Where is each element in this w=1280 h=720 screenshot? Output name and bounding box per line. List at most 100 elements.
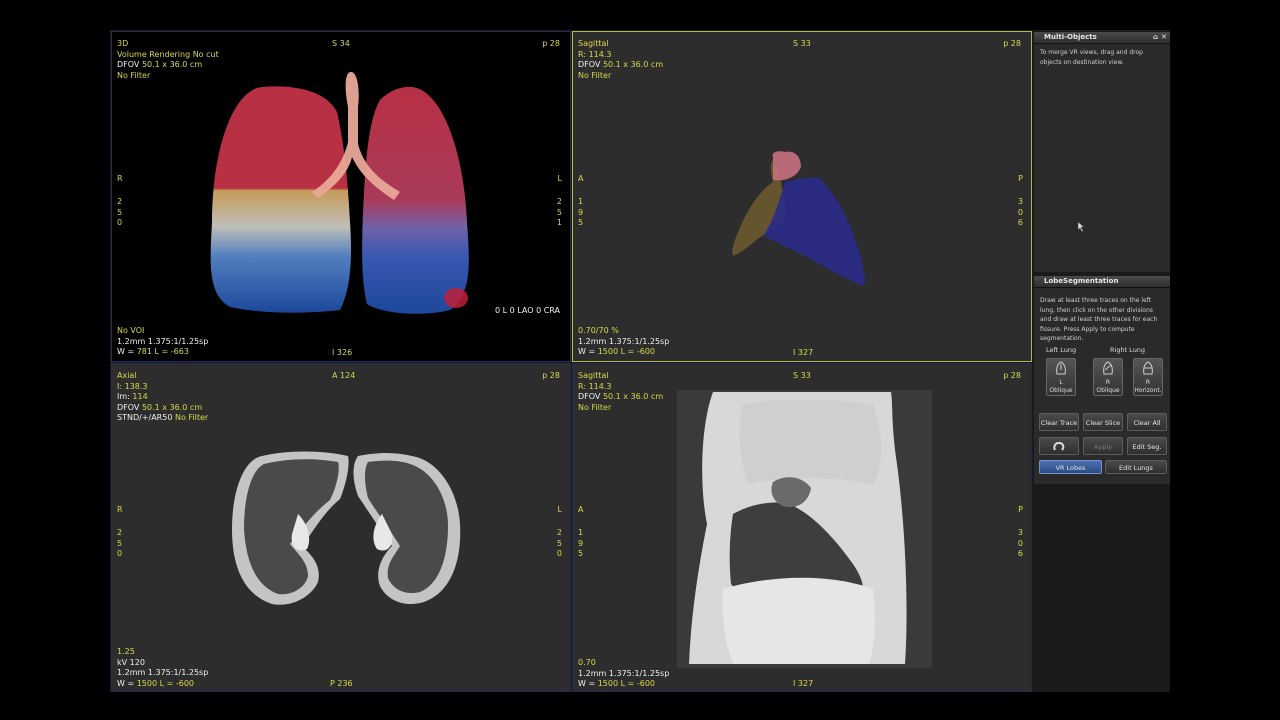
edit-seg-button[interactable]: Edit Seg. (1127, 437, 1167, 455)
left-scale-value: 2 (117, 197, 123, 206)
wl-prefix: W = (117, 347, 135, 356)
zoom-level: 1.25 (117, 647, 135, 656)
window-level: 1500 L = -600 (136, 678, 195, 688)
r-label: R: (578, 381, 587, 391)
filter-label: No Filter (117, 70, 151, 80)
right-orientation: P (1018, 505, 1023, 514)
wl-prefix: W = (117, 678, 135, 688)
window-level: 781 L = -663 (136, 347, 189, 356)
close-icon[interactable]: ✕ (1161, 32, 1167, 43)
render-mode: Volume Rendering No cut (117, 49, 219, 59)
clear-all-button[interactable]: Clear All (1127, 413, 1167, 431)
dfov-label: DFOV (117, 402, 140, 412)
filter-label: No Filter (174, 413, 209, 422)
left-lung-label: Left Lung (1046, 346, 1077, 354)
magnet-tool-button[interactable] (1039, 437, 1079, 455)
right-lung-label: Right Lung (1110, 346, 1146, 354)
left-scale-value: 5 (578, 218, 584, 227)
wl-prefix: W = (578, 679, 596, 688)
wl-prefix: W = (578, 347, 596, 356)
fissure-r-oblique-button[interactable]: R Oblique (1093, 358, 1123, 396)
fissure-type: Horizont. (1134, 387, 1162, 394)
image-number: I 327 (793, 679, 814, 688)
apply-button[interactable]: Apply (1083, 437, 1123, 455)
left-orientation: R (117, 174, 123, 183)
panel-title: Multi-Objects (1044, 33, 1097, 41)
lung-icon (1103, 361, 1113, 375)
filter-label: No Filter (578, 402, 612, 412)
window-level: 1500 L = -600 (597, 679, 656, 688)
lobe-instructions: Draw at least three traces on the left l… (1040, 297, 1158, 342)
right-scale-value: 6 (1017, 218, 1023, 227)
view-orientation: 0 L 0 LAO 0 CRA (494, 306, 560, 315)
recon-params: 1.2mm 1.375:1/1.25sp (578, 668, 670, 678)
mouse-cursor-icon (1078, 222, 1085, 232)
dfov-value: 50.1 x 36.0 cm (141, 402, 203, 412)
left-scale-value: 0 (117, 218, 123, 227)
i-value: 138.3 (124, 381, 148, 391)
right-orientation: L (557, 505, 562, 514)
sagittal-ct-image (677, 390, 932, 668)
viewport-sagittal-bottom[interactable]: Sagittal R: 114.3 DFOV 50.1 x 36.0 cm No… (572, 363, 1032, 692)
i-label: I: (117, 381, 123, 391)
left-scale-value: 5 (117, 207, 123, 217)
r-label: R: (578, 49, 587, 59)
dfov-value: 50.1 x 36.0 cm (602, 60, 664, 69)
edit-lungs-button[interactable]: Edit Lungs (1105, 460, 1167, 474)
page-indicator: p 28 (1003, 39, 1021, 48)
pin-icon[interactable]: ⌂ (1153, 32, 1158, 43)
right-orientation: L (557, 174, 562, 183)
fissure-type: Oblique (1049, 387, 1073, 394)
kernel-label: STND/+/AR50 (117, 413, 173, 422)
left-orientation: A (578, 505, 584, 514)
left-orientation: R (117, 505, 123, 514)
viewport-3d[interactable]: 3D Volume Rendering No cut DFOV 50.1 x 3… (111, 31, 571, 362)
fissure-r-horizontal-button[interactable]: R Horizont. (1133, 358, 1163, 396)
page-indicator: p 28 (542, 371, 560, 380)
recon-params: 1.2mm 1.375:1/1.25sp (117, 668, 209, 677)
fissure-l-oblique-button[interactable]: L Oblique (1046, 358, 1076, 396)
right-scale-value: 3 (1017, 197, 1023, 206)
image-number: I 326 (332, 348, 353, 357)
lobe-segmentation-header: LobeSegmentation (1034, 276, 1170, 288)
multi-objects-panel: Multi-Objects ⌂ ✕ To merge VR views, dra… (1034, 32, 1170, 272)
image-number: P 236 (330, 679, 353, 688)
viewport-title: 3D (117, 39, 129, 48)
dfov-label: DFOV (578, 392, 601, 401)
vr-lobes-button[interactable]: VR Lobes (1039, 460, 1102, 474)
right-scale-value: 0 (1017, 538, 1023, 548)
clear-slice-button[interactable]: Clear Slice (1083, 413, 1123, 431)
viewport-sagittal-top[interactable]: Sagittal R: 114.3 DFOV 50.1 x 36.0 cm No… (572, 31, 1032, 362)
dfov-label: DFOV (117, 60, 140, 69)
right-scale-value: 3 (1017, 528, 1023, 537)
r-value: 114.3 (588, 381, 612, 391)
image-number: I 327 (793, 348, 814, 357)
lung-icon (1143, 361, 1153, 375)
right-orientation: P (1018, 174, 1023, 183)
right-scale-value: 5 (556, 207, 562, 217)
right-scale-value: 0 (1017, 207, 1023, 217)
lobe-segmentation-preview (732, 151, 866, 286)
viewport-axial[interactable]: Axial I: 138.3 Im: 114 DFOV 50.1 x 36.0 … (111, 363, 571, 692)
slice-indicator: S 34 (332, 39, 350, 48)
viewport-title: Sagittal (578, 371, 609, 380)
page-indicator: p 28 (542, 39, 560, 48)
slice-indicator: A 124 (332, 371, 356, 380)
multi-objects-help: To merge VR views, drag and drop objects… (1040, 49, 1143, 66)
right-scale-value: 6 (1017, 549, 1023, 558)
lobe-segmentation-panel: LobeSegmentation Draw at least three tra… (1034, 276, 1170, 484)
dfov-value: 50.1 x 36.0 cm (602, 392, 664, 401)
dfov-label: DFOV (578, 60, 601, 69)
fissure-type: Oblique (1096, 387, 1120, 394)
recon-params: 1.2mm 1.375:1/1.25sp (578, 336, 670, 346)
left-scale-value: 9 (578, 207, 584, 217)
page-indicator: p 28 (1003, 371, 1021, 380)
right-scale-value: 0 (556, 549, 562, 558)
recon-params: 1.2mm 1.375:1/1.25sp (117, 336, 209, 346)
clear-trace-button[interactable]: Clear Trace (1039, 413, 1079, 431)
left-scale-value: 1 (578, 197, 584, 206)
multi-objects-header: Multi-Objects ⌂ ✕ (1034, 32, 1170, 44)
viewport-title: Axial (117, 371, 137, 380)
left-scale-value: 2 (117, 528, 123, 537)
magnet-icon (1053, 441, 1065, 451)
